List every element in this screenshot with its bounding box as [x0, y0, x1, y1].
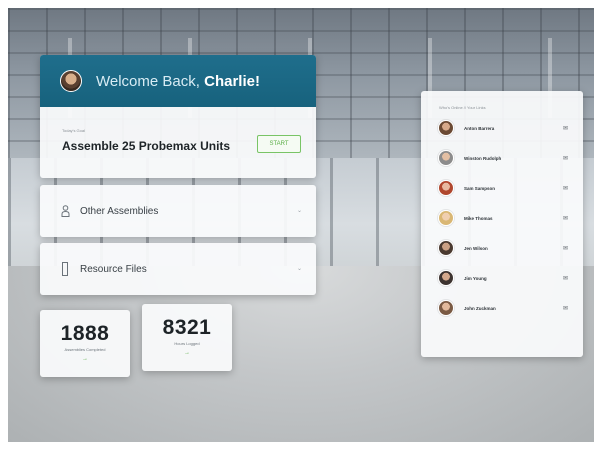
- member-name: Winston Rudolph: [464, 155, 502, 161]
- welcome-card: Welcome Back, Charlie! Today's Goal Asse…: [40, 55, 316, 178]
- message-icon[interactable]: ✉: [563, 125, 568, 132]
- arrow-right-icon: →: [184, 350, 190, 356]
- avatar: [438, 270, 454, 286]
- team-member[interactable]: Anton Barrera ✉: [438, 117, 568, 139]
- user-avatar[interactable]: [60, 70, 82, 92]
- avatar: [438, 180, 454, 196]
- stat-label: Hours Logged: [174, 341, 200, 346]
- other-assemblies-panel[interactable]: Other Assemblies ⌄: [40, 185, 316, 237]
- team-member[interactable]: Mike Thomas ✉: [438, 207, 568, 229]
- stat-value: 8321: [162, 316, 212, 339]
- task-title: Assemble 25 Probemax Units: [62, 139, 231, 153]
- member-name: Jim Young: [464, 275, 487, 281]
- chevron-down-icon[interactable]: ⌄: [297, 265, 302, 272]
- avatar: [438, 240, 454, 256]
- avatar: [438, 150, 454, 166]
- warehouse-background: Welcome Back, Charlie! Today's Goal Asse…: [8, 8, 594, 442]
- member-name: Sam Sampson: [464, 185, 496, 191]
- welcome-header: Welcome Back, Charlie!: [40, 55, 316, 107]
- team-member[interactable]: Winston Rudolph ✉: [438, 147, 568, 169]
- stat-label: Assemblies Completed: [64, 347, 106, 352]
- resource-files-panel[interactable]: Resource Files ⌄: [40, 243, 316, 295]
- person-icon: [60, 204, 70, 218]
- stat-card-assemblies[interactable]: 1888 Assemblies Completed →: [40, 310, 130, 377]
- message-icon[interactable]: ✉: [563, 245, 568, 252]
- resource-files-label: Resource Files: [80, 263, 147, 275]
- message-icon[interactable]: ✉: [563, 275, 568, 282]
- chevron-down-icon[interactable]: ⌄: [297, 207, 302, 214]
- member-name: Anton Barrera: [464, 125, 495, 131]
- avatar: [438, 300, 454, 316]
- welcome-message: Welcome Back, Charlie!: [96, 73, 260, 90]
- team-panel-title: Who's Online // Your Links: [439, 105, 486, 110]
- start-button[interactable]: START: [257, 135, 301, 153]
- member-name: Jen Wilson: [464, 245, 488, 251]
- member-name: Mike Thomas: [464, 215, 493, 221]
- message-icon[interactable]: ✉: [563, 155, 568, 162]
- avatar: [438, 120, 454, 136]
- team-member[interactable]: Jen Wilson ✉: [438, 237, 568, 259]
- stat-value: 1888: [60, 322, 110, 345]
- file-icon: [60, 262, 70, 276]
- message-icon[interactable]: ✉: [563, 185, 568, 192]
- stat-card-hours[interactable]: 8321 Hours Logged →: [142, 304, 232, 371]
- welcome-greeting: Welcome Back,: [96, 72, 200, 90]
- team-member[interactable]: Jim Young ✉: [438, 267, 568, 289]
- welcome-username: Charlie!: [204, 72, 260, 90]
- message-icon[interactable]: ✉: [563, 215, 568, 222]
- message-icon[interactable]: ✉: [563, 305, 568, 312]
- task-label: Today's Goal: [62, 128, 85, 133]
- other-assemblies-label: Other Assemblies: [80, 205, 159, 217]
- member-name: John Zuckman: [464, 305, 496, 311]
- avatar: [438, 210, 454, 226]
- team-member[interactable]: John Zuckman ✉: [438, 297, 568, 319]
- arrow-right-icon: →: [82, 356, 88, 362]
- team-member[interactable]: Sam Sampson ✉: [438, 177, 568, 199]
- team-panel: Who's Online // Your Links Anton Barrera…: [421, 91, 583, 357]
